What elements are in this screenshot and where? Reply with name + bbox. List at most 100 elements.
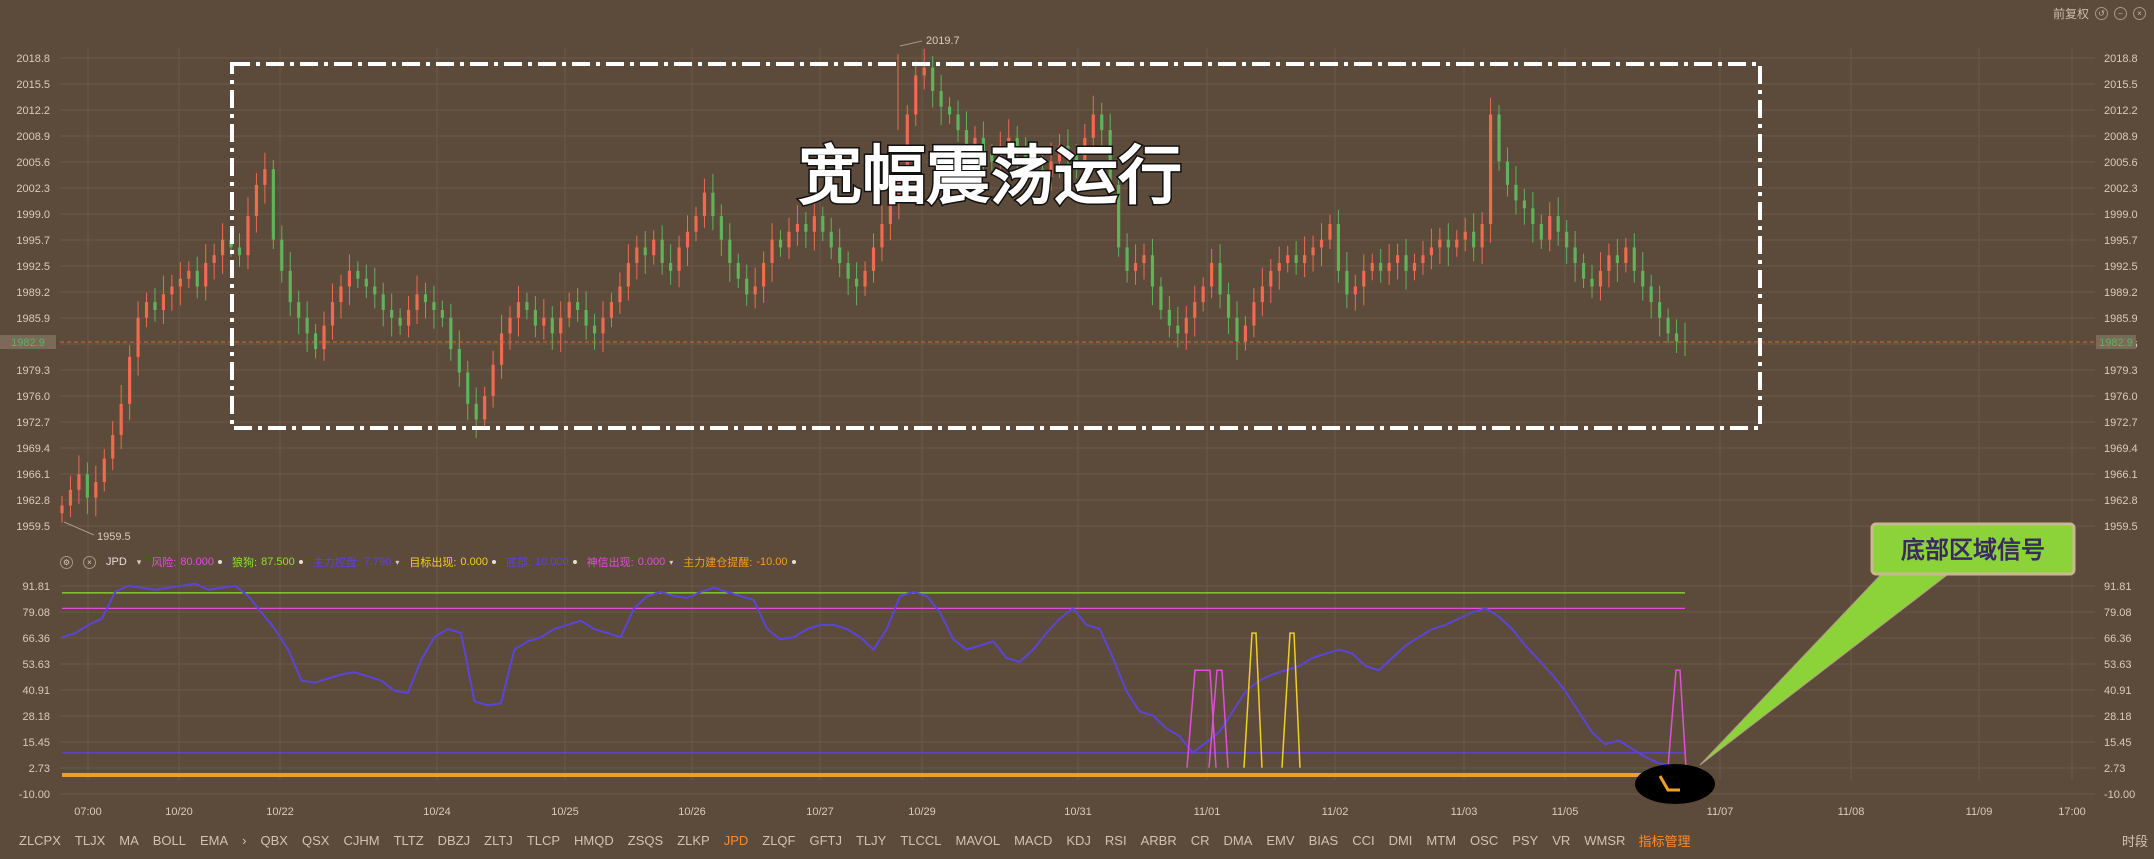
candle-body	[263, 169, 267, 185]
chevron-down-icon[interactable]: ▾	[137, 557, 142, 568]
candle-body	[381, 294, 385, 310]
y-tick-label: 2002.3	[16, 183, 50, 195]
tab-vr[interactable]: VR	[1545, 833, 1577, 848]
candle-body	[195, 270, 199, 287]
candle-body	[1243, 325, 1248, 342]
candle-body	[1446, 239, 1450, 248]
candle-body	[1463, 231, 1467, 240]
tab-arbr[interactable]: ARBR	[1134, 833, 1184, 848]
x-tick-label: 11/01	[1194, 806, 1221, 818]
tab-cr[interactable]: CR	[1184, 833, 1217, 848]
candle-body	[1210, 263, 1214, 287]
ind-y-tick: -10.00	[19, 789, 50, 801]
tab-tlccl[interactable]: TLCCL	[893, 833, 948, 848]
period-button[interactable]: 时段	[2122, 831, 2148, 850]
indicator-name[interactable]: JPD	[106, 556, 127, 568]
candle-body	[880, 223, 884, 248]
candle-body	[939, 91, 943, 107]
tab-ma[interactable]: MA	[112, 833, 146, 848]
candle-body	[305, 317, 309, 334]
tab-osc[interactable]: OSC	[1463, 833, 1505, 848]
tab-zlcpx[interactable]: ZLCPX	[12, 833, 68, 848]
low-leader	[63, 521, 95, 536]
candle-body	[550, 317, 554, 334]
tab-qsx[interactable]: QSX	[295, 833, 336, 848]
tab-emv[interactable]: EMV	[1259, 833, 1301, 848]
candle-body	[1674, 333, 1679, 342]
y-tick-label: 2005.6	[16, 157, 50, 169]
undo-icon[interactable]: ↺	[2095, 6, 2108, 20]
candle-body	[1632, 247, 1636, 271]
tab-ema[interactable]: EMA	[193, 833, 235, 848]
tab-boll[interactable]: BOLL	[146, 833, 193, 848]
candle-body	[1260, 286, 1264, 303]
tab-mavol[interactable]: MAVOL	[949, 833, 1008, 848]
tab-zsqs[interactable]: ZSQS	[621, 833, 670, 848]
candle-body	[753, 286, 757, 295]
tab-tljy[interactable]: TLJY	[849, 833, 893, 848]
tab-dma[interactable]: DMA	[1217, 833, 1260, 848]
tab-kdj[interactable]: KDJ	[1059, 833, 1098, 848]
tab-gftj[interactable]: GFTJ	[802, 833, 849, 848]
settings-icon[interactable]: ⚙	[60, 555, 73, 569]
ind-signal-spike	[1281, 632, 1301, 768]
close-indicator-icon[interactable]: ×	[83, 555, 96, 569]
tab-psy[interactable]: PSY	[1505, 833, 1545, 848]
tab-zltj[interactable]: ZLTJ	[477, 833, 520, 848]
candle-body	[94, 481, 98, 498]
candle-body	[111, 435, 115, 459]
candle-body	[1488, 114, 1493, 224]
tab-wmsr[interactable]: WMSR	[1577, 833, 1632, 848]
y-tick-label-right: 1976.0	[2104, 391, 2138, 403]
candle-body	[1387, 263, 1391, 271]
tab-jpd[interactable]: JPD	[717, 833, 756, 848]
candle-body	[85, 474, 89, 498]
tab-macd[interactable]: MACD	[1007, 833, 1059, 848]
tab-qbx[interactable]: QBX	[254, 833, 295, 848]
candle-body	[187, 270, 191, 279]
param-build: 主力建仓提醒: -10.00	[683, 554, 796, 570]
candle-body	[854, 278, 859, 287]
x-tick-label: 10/26	[678, 806, 706, 818]
minimize-icon[interactable]: –	[2114, 6, 2127, 20]
tab-tltz[interactable]: TLTZ	[387, 833, 431, 848]
tab-hmqd[interactable]: HMQD	[567, 833, 621, 848]
candle-body	[1286, 255, 1290, 264]
candle-body	[778, 239, 783, 248]
tab-tlcp[interactable]: TLCP	[520, 833, 567, 848]
candle-body	[1598, 270, 1603, 287]
candle-body	[271, 169, 275, 240]
chart-canvas[interactable]: 2018.8 2018.8 2015.5 2015.5 2012.2 2012.2 2008…	[0, 0, 2154, 859]
tab-rsi[interactable]: RSI	[1098, 833, 1134, 848]
candle-body	[525, 302, 529, 310]
tab-more[interactable]: ›	[235, 833, 253, 848]
candle-body	[1150, 255, 1155, 287]
tab-mtm[interactable]: MTM	[1419, 833, 1463, 848]
tab-zlkp[interactable]: ZLKP	[670, 833, 717, 848]
high-leader	[899, 40, 923, 47]
tab-tljx[interactable]: TLJX	[68, 833, 112, 848]
x-tick-label: 10/20	[165, 806, 193, 818]
candle-body	[246, 216, 250, 256]
tab-zlqf[interactable]: ZLQF	[755, 833, 802, 848]
tab-bias[interactable]: BIAS	[1302, 833, 1346, 848]
candle-body	[1472, 231, 1476, 248]
candle-body	[1539, 223, 1543, 240]
candle-body	[119, 403, 123, 436]
tab-dmi[interactable]: DMI	[1382, 833, 1420, 848]
candle-body	[1658, 302, 1662, 318]
x-tick-label: 10/31	[1064, 806, 1092, 818]
close-icon[interactable]: ×	[2133, 6, 2146, 20]
y-tick-label-right: 1966.1	[2104, 469, 2138, 481]
param-bottom: 底部: 10.000	[506, 554, 577, 570]
tab-cci[interactable]: CCI	[1345, 833, 1381, 848]
indicator-manage-button[interactable]: 指标管理	[1632, 831, 1690, 850]
price-adjust-button[interactable]: 前复权	[2053, 5, 2089, 22]
tab-cjhm[interactable]: CJHM	[336, 833, 386, 848]
candle-body	[1159, 286, 1163, 310]
candle-body	[669, 263, 673, 271]
tab-dbzj[interactable]: DBZJ	[431, 833, 478, 848]
candle-body	[297, 302, 301, 318]
candle-body	[1522, 200, 1526, 209]
candle-body	[1649, 286, 1653, 303]
